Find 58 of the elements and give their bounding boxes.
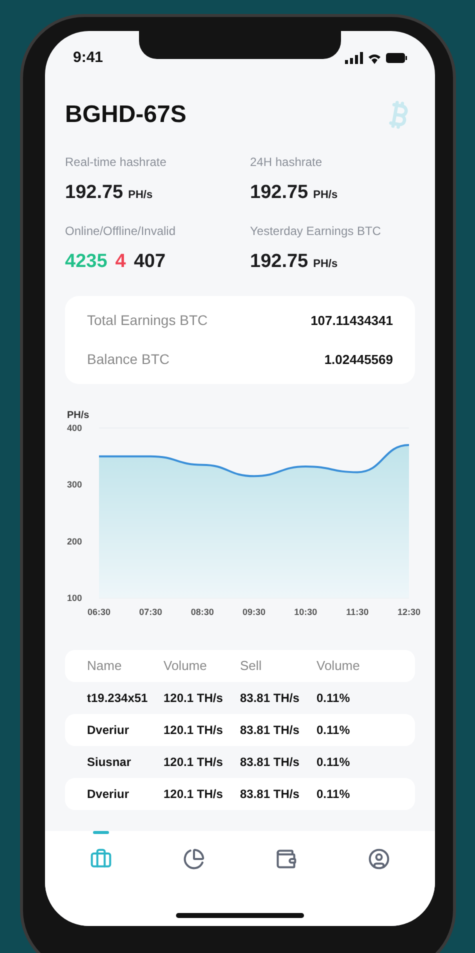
page-title: BGHD-67S (65, 100, 186, 130)
table-cell-text: Siusnar (87, 754, 132, 771)
x-tick-label: 11:30 (346, 607, 369, 617)
stat-unit: PH/s (128, 188, 153, 203)
table-cell-text: 0.11% (316, 722, 351, 739)
table-cell-text: 83.81 TH/s (240, 754, 300, 771)
table-cell-text: 120.1 TH/s (164, 690, 224, 707)
x-tick-label: 06:30 (87, 607, 111, 617)
y-tick-label: 100 (67, 593, 82, 603)
table-cell-text: 120.1 TH/s (164, 754, 224, 771)
table-cell-text: t19.234x51 (87, 690, 149, 707)
stat-value: 192.75 (65, 181, 124, 205)
y-tick-label: 300 (67, 480, 82, 490)
column-header: Name (87, 657, 123, 676)
column-header: Sell (240, 657, 263, 676)
x-tick-label: 08:30 (190, 607, 214, 617)
pie-chart-icon (182, 848, 205, 870)
column-header: Volume (316, 657, 361, 676)
stat-label: Real-time hashrate (65, 154, 168, 171)
earnings-label: Total Earnings BTC (87, 311, 208, 330)
stat-unit: PH/s (313, 188, 338, 203)
user-circle-icon (368, 848, 390, 870)
axis-unit: PH/s (67, 410, 90, 421)
briefcase-icon (90, 848, 112, 870)
count-value: 407 (134, 250, 166, 274)
stat-value: 192.75 (250, 181, 308, 205)
table-cell-text: 120.1 TH/s (164, 786, 224, 803)
count-value: 4235 (65, 250, 108, 274)
earnings-value: 107.11434341 (310, 312, 393, 330)
x-tick-label: 09:30 (242, 607, 266, 617)
table-cell-text: Dveriur (87, 722, 130, 739)
stat-label: Yesterday Earnings BTC (250, 222, 382, 240)
table-cell-text: 0.11% (316, 690, 351, 707)
table-cell-text: 83.81 TH/s (240, 786, 300, 803)
table-cell-text: Dveriur (87, 786, 130, 803)
column-header: Volume (164, 657, 208, 676)
table-cell-text: 83.81 TH/s (240, 690, 300, 707)
earnings-value: 1.02445569 (324, 350, 393, 369)
stat-label: 24H hashrate (250, 154, 324, 171)
count-value: 4 (115, 250, 126, 274)
wifi-icon (368, 52, 381, 64)
table-cell-text: 0.11% (316, 786, 351, 803)
status-time: 9:41 (73, 48, 104, 68)
battery-icon (386, 53, 407, 63)
y-tick-label: 200 (67, 536, 82, 546)
x-tick-label: 07:30 (139, 607, 162, 617)
table-cell-text: 120.1 TH/s (164, 722, 224, 739)
x-tick-label: 10:30 (294, 607, 318, 617)
x-tick-label: 12:30 (397, 607, 421, 617)
table-cell-text: 0.11% (316, 754, 351, 771)
earnings-label: Balance BTC (87, 350, 170, 369)
stat-label: Online/Offline/Invalid (65, 222, 177, 240)
table-cell-text: 83.81 TH/s (240, 722, 300, 739)
stat-unit: PH/s (313, 256, 338, 272)
y-tick-label: 400 (67, 423, 82, 433)
wallet-icon (275, 848, 298, 870)
stat-value: 192.75 (250, 250, 308, 274)
signal-icon (345, 52, 363, 64)
